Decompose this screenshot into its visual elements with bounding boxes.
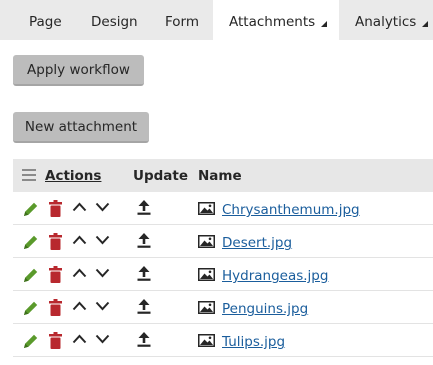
- table-row: Desert.jpg: [13, 225, 433, 258]
- attachment-name-link[interactable]: Chrysanthemum.jpg: [222, 192, 360, 228]
- attachment-name-link[interactable]: Hydrangeas.jpg: [222, 258, 328, 294]
- table-row: Tulips.jpg: [13, 324, 433, 357]
- upload-icon[interactable]: [137, 299, 151, 314]
- upload-icon[interactable]: [137, 266, 151, 281]
- attachment-name-link[interactable]: Tulips.jpg: [222, 324, 285, 360]
- chevron-down-icon[interactable]: [95, 334, 110, 344]
- tab-form-label: Form: [165, 14, 200, 30]
- image-icon: [198, 202, 215, 215]
- new-attachment-button[interactable]: New attachment: [13, 112, 149, 143]
- tab-form[interactable]: Form: [165, 0, 199, 40]
- image-icon: [198, 268, 215, 281]
- grid-header: Actions Update Name: [13, 159, 433, 192]
- column-header-name: Name: [198, 168, 242, 184]
- trash-icon[interactable]: [49, 233, 62, 250]
- tab-design[interactable]: Design: [91, 0, 138, 40]
- attachment-name-link[interactable]: Penguins.jpg: [222, 291, 308, 327]
- tab-page-label: Page: [29, 14, 62, 30]
- chevron-down-icon[interactable]: [95, 301, 110, 311]
- pencil-icon[interactable]: [23, 333, 39, 349]
- attachment-name-link[interactable]: Desert.jpg: [222, 225, 292, 261]
- tab-attachments-label: Attachments: [229, 14, 316, 30]
- image-icon: [198, 301, 215, 314]
- table-row: Chrysanthemum.jpg: [13, 192, 433, 225]
- tab-design-label: Design: [91, 14, 138, 30]
- pencil-icon[interactable]: [23, 300, 39, 316]
- tab-attachments[interactable]: Attachments: [213, 0, 339, 40]
- column-header-actions[interactable]: Actions: [45, 159, 101, 194]
- image-icon: [198, 235, 215, 248]
- tab-bar: Page Design Form Attachments Analytics: [0, 0, 433, 40]
- trash-icon[interactable]: [49, 332, 62, 349]
- apply-workflow-button[interactable]: Apply workflow: [13, 55, 144, 86]
- image-icon: [198, 334, 215, 347]
- chevron-down-icon[interactable]: [95, 202, 110, 212]
- table-row: Hydrangeas.jpg: [13, 258, 433, 291]
- pencil-icon[interactable]: [23, 267, 39, 283]
- pencil-icon[interactable]: [23, 234, 39, 250]
- chevron-up-icon[interactable]: [72, 334, 87, 344]
- chevron-down-icon[interactable]: [95, 268, 110, 278]
- tab-analytics[interactable]: Analytics: [355, 0, 429, 40]
- menu-icon[interactable]: [22, 169, 36, 181]
- trash-icon[interactable]: [49, 266, 62, 283]
- upload-icon[interactable]: [137, 233, 151, 248]
- chevron-up-icon[interactable]: [72, 268, 87, 278]
- trash-icon[interactable]: [49, 200, 62, 217]
- upload-icon[interactable]: [137, 332, 151, 347]
- pencil-icon[interactable]: [23, 201, 39, 217]
- tab-page[interactable]: Page: [29, 0, 62, 40]
- trash-icon[interactable]: [49, 299, 62, 316]
- chevron-down-icon[interactable]: [95, 235, 110, 245]
- chevron-up-icon[interactable]: [72, 202, 87, 212]
- chevron-up-icon[interactable]: [72, 301, 87, 311]
- dropdown-triangle-icon: [321, 21, 328, 27]
- table-row: Penguins.jpg: [13, 291, 433, 324]
- upload-icon[interactable]: [137, 200, 151, 215]
- dropdown-triangle-icon: [422, 21, 429, 27]
- column-header-update: Update: [133, 168, 189, 184]
- chevron-up-icon[interactable]: [72, 235, 87, 245]
- tab-analytics-label: Analytics: [355, 14, 417, 30]
